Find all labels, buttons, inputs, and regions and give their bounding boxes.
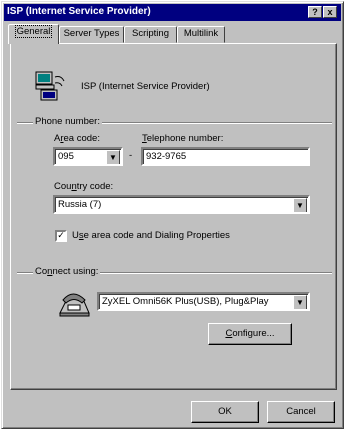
tab-scripting[interactable]: Scripting (124, 26, 177, 43)
window-title: ISP (Internet Service Provider) (7, 6, 151, 17)
ok-button[interactable]: OK (191, 401, 259, 423)
connection-name: ISP (Internet Service Provider) (81, 81, 210, 92)
tab-multilink[interactable]: Multilink (177, 26, 225, 43)
country-code-select[interactable]: Russia (7) ▼ (53, 195, 310, 214)
use-area-code-label[interactable]: Use area code and Dialing Properties (72, 230, 230, 241)
telephone-label: Telephone number: (142, 133, 224, 144)
dialup-computer-icon (35, 71, 65, 101)
chevron-down-icon[interactable]: ▼ (293, 295, 307, 309)
tab-general[interactable]: General (8, 24, 59, 44)
modem-phone-icon (59, 293, 90, 317)
cancel-button[interactable]: Cancel (267, 401, 335, 423)
configure-button[interactable]: Configure... (208, 323, 292, 345)
use-area-code-checkbox[interactable]: ✓ (55, 230, 67, 242)
dialog-window: ISP (Internet Service Provider) ? x Gene… (1, 1, 344, 429)
close-button[interactable]: x (323, 6, 337, 18)
general-tab-panel: ISP (Internet Service Provider) Phone nu… (10, 43, 337, 390)
phone-section-label: Phone number: (33, 116, 102, 127)
chevron-down-icon[interactable]: ▼ (106, 150, 120, 164)
modem-select[interactable]: ZyXEL Omni56K Plus(USB), Plug&Play ▼ (97, 292, 310, 311)
help-button[interactable]: ? (308, 6, 322, 18)
area-code-select[interactable]: 095 ▼ (53, 147, 123, 166)
chevron-down-icon[interactable]: ▼ (293, 198, 307, 212)
telephone-input[interactable]: 932-9765 (141, 147, 310, 166)
tab-server-types[interactable]: Server Types (59, 26, 124, 43)
area-code-label: Area code: (54, 133, 100, 144)
country-code-label: Country code: (54, 181, 114, 192)
title-bar[interactable]: ISP (Internet Service Provider) ? x (4, 4, 341, 21)
connect-using-label: Connect using: (33, 266, 101, 277)
phone-dash: - (129, 150, 133, 161)
